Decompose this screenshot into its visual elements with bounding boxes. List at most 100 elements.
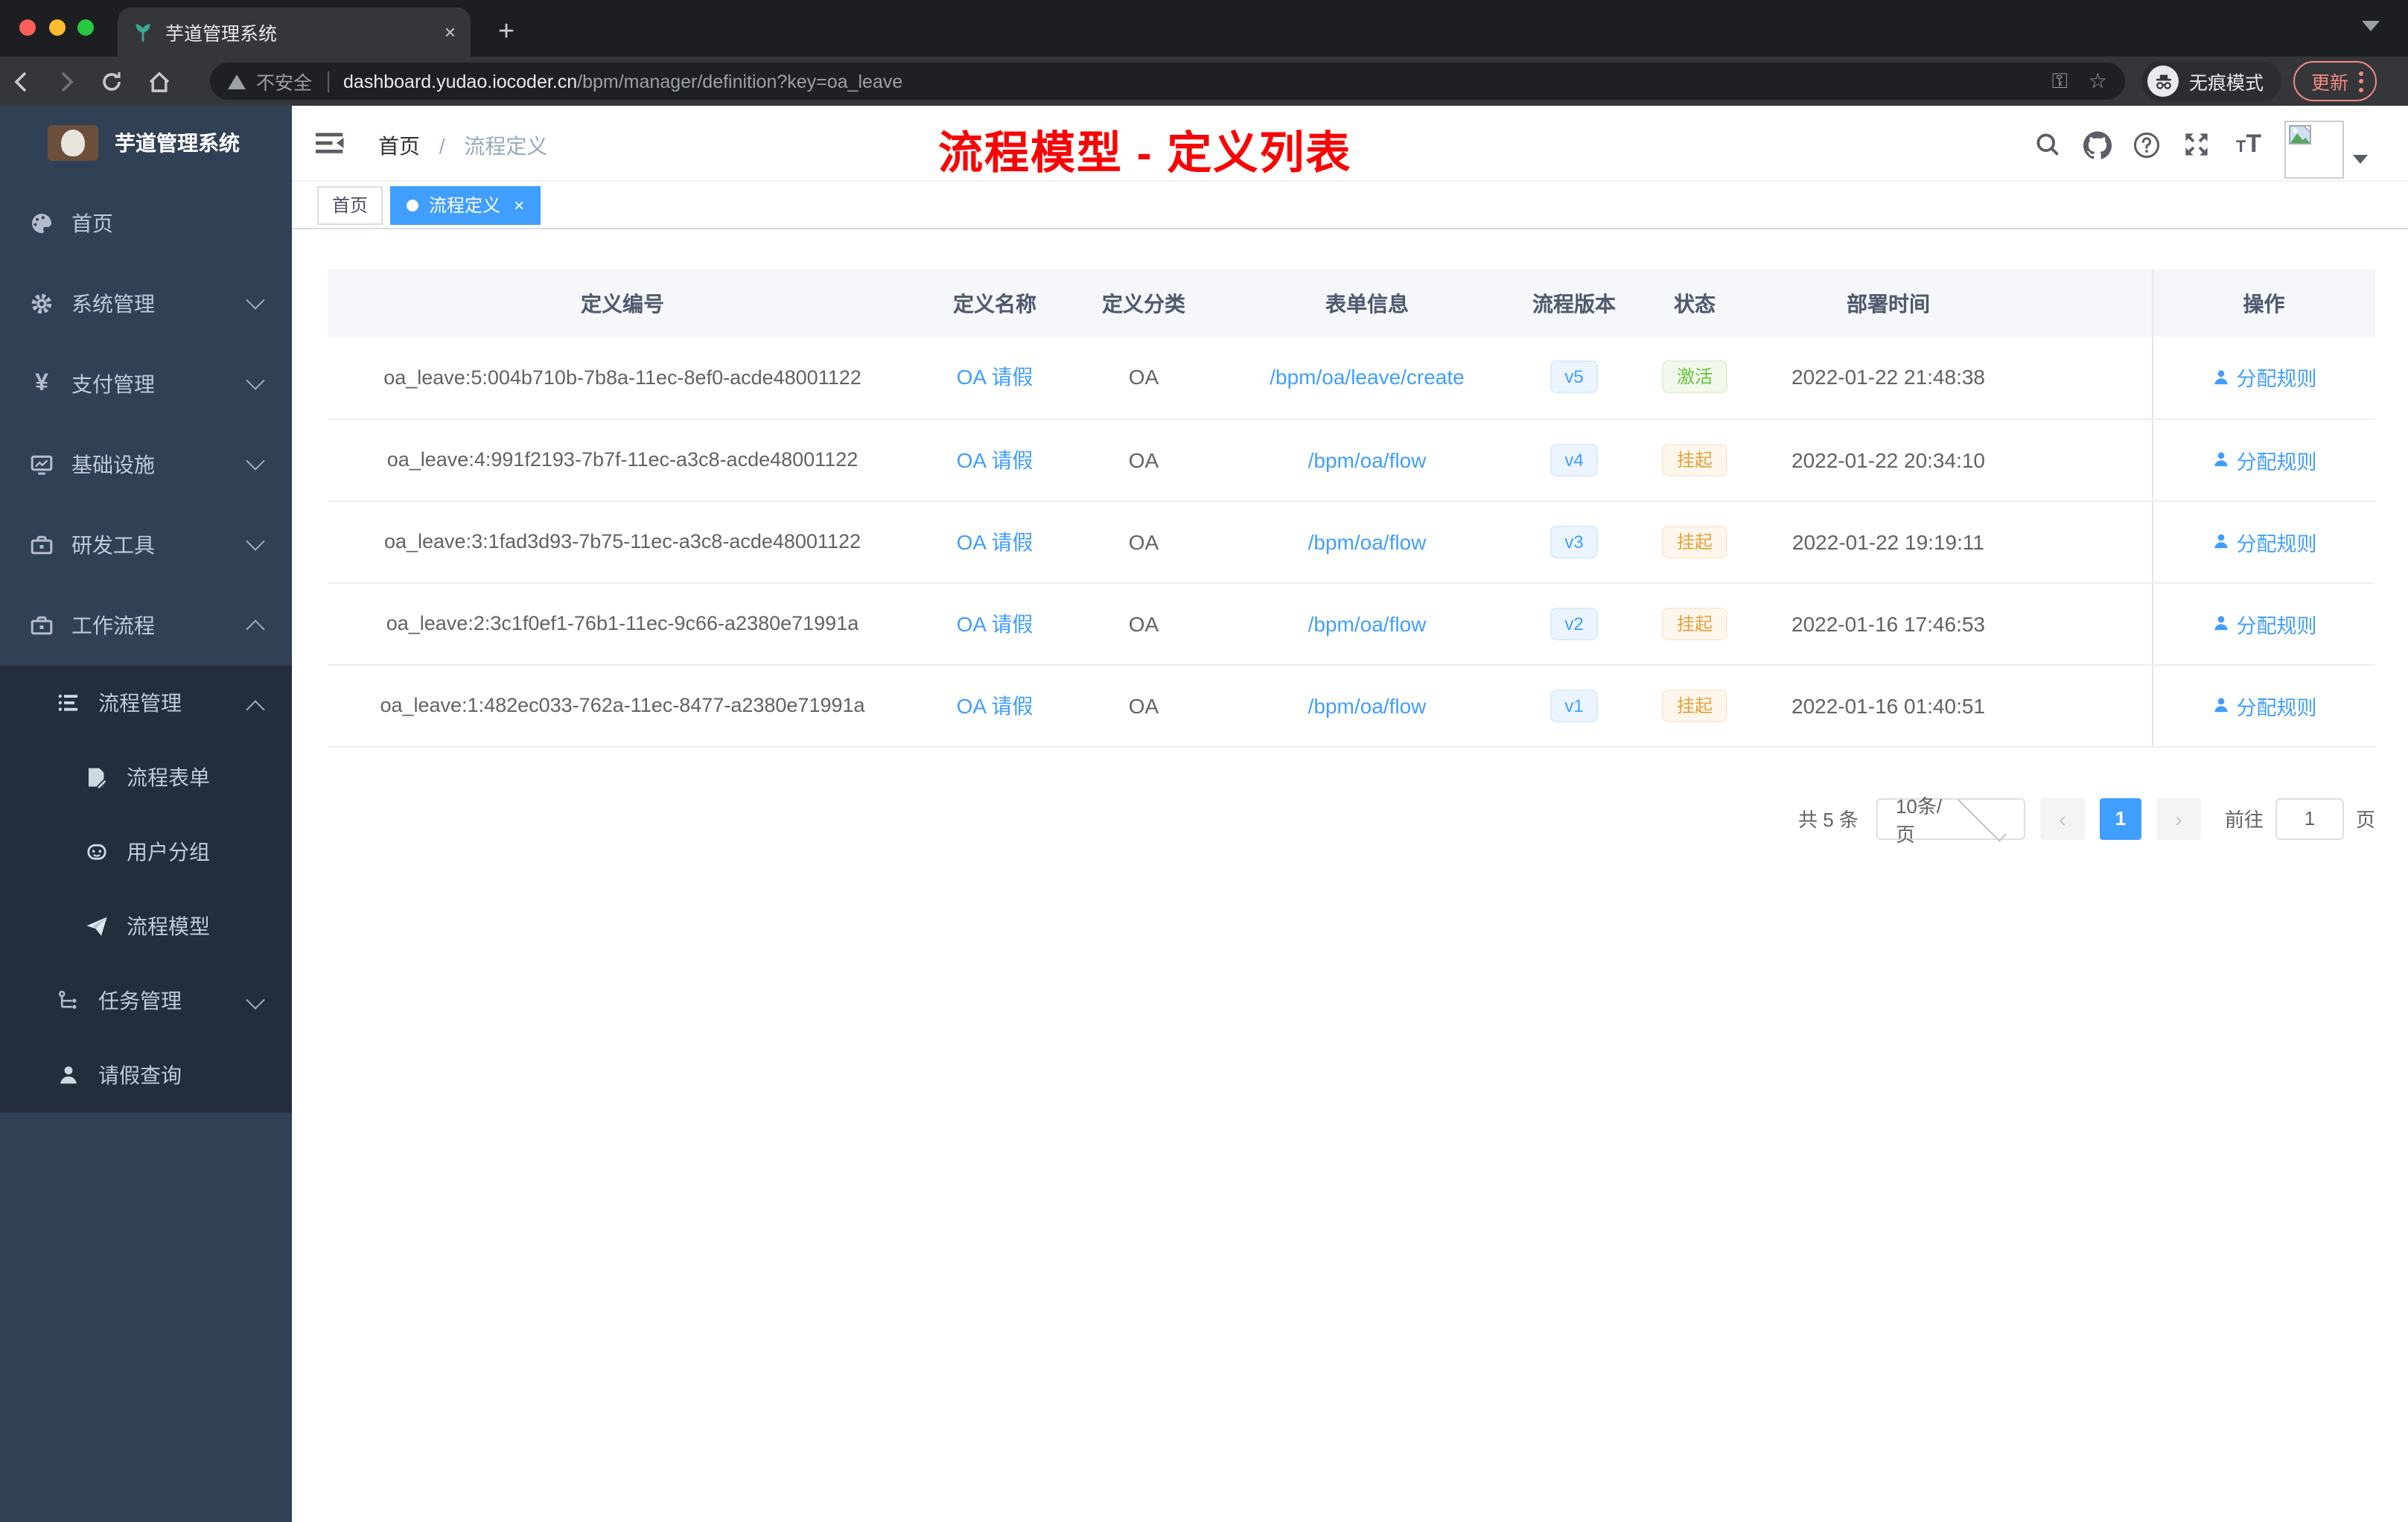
sidebar-item-workflow[interactable]: 工作流程 (0, 585, 292, 666)
tag-home[interactable]: 首页 (317, 185, 383, 224)
sidebar-item-label: 用户分组 (127, 840, 210, 864)
bookmark-star-icon[interactable]: ☆ (2089, 69, 2107, 94)
tab-search-caret-icon[interactable] (2362, 21, 2380, 31)
active-tag-dot (407, 199, 419, 211)
screen: 芋道管理系统 × + 不安全 dashboard.yudao.iocoder.c… (0, 0, 2408, 1522)
breadcrumb-current: 流程定义 (464, 134, 548, 158)
home-button[interactable] (143, 66, 174, 97)
cell-deploy-time: 2022-01-16 17:46:53 (1760, 582, 2016, 665)
sidebar-item-payment[interactable]: ¥ 支付管理 (0, 344, 292, 424)
new-tab-button[interactable]: + (487, 13, 526, 52)
user-avatar[interactable] (2284, 121, 2344, 179)
sidebar-item-label: 支付管理 (71, 372, 155, 396)
sidebar-item-label: 工作流程 (71, 614, 155, 637)
next-page-button[interactable]: › (2156, 797, 2201, 839)
page-size-select[interactable]: 10条/页 (1876, 792, 2025, 845)
tab-title: 芋道管理系统 (165, 24, 278, 45)
sidebar-item-label: 首页 (71, 211, 113, 235)
briefcase-icon (30, 614, 54, 637)
font-size-icon[interactable]: TT (2232, 128, 2265, 161)
sidebar-item-process-form[interactable]: 流程表单 (0, 740, 292, 815)
sidebar-item-infrastructure[interactable]: 基础设施 (0, 424, 292, 505)
assign-rule-link[interactable]: 分配规则 (2211, 608, 2317, 638)
status-badge: 挂起 (1661, 443, 1727, 476)
tag-label: 首页 (332, 195, 369, 216)
browser-toolbar: 不安全 dashboard.yudao.iocoder.cn/bpm/manag… (0, 57, 2408, 106)
chevron-down-icon (246, 290, 265, 310)
avatar-dropdown-caret-icon[interactable] (2353, 155, 2368, 164)
tag-process-definition[interactable]: 流程定义 × (390, 185, 541, 224)
security-label: 不安全 (256, 73, 313, 94)
table-row: oa_leave:2:3c1f0ef1-76b1-11ec-9c66-a2380… (328, 582, 2375, 665)
definition-name-link[interactable]: OA 请假 (957, 366, 1033, 389)
version-badge[interactable]: v4 (1549, 443, 1599, 476)
assign-rule-link[interactable]: 分配规则 (2211, 445, 2317, 474)
sidebar: 芋道管理系统 首页 系统管理 ¥ 支付管理 基础设施 研发工具 工作流程 流程管… (0, 106, 292, 1522)
url-host: dashboard.yudao.iocoder.cn (343, 71, 578, 92)
reload-button[interactable] (95, 66, 127, 97)
help-icon[interactable] (2130, 128, 2162, 161)
definition-name-link[interactable]: OA 请假 (957, 448, 1033, 471)
prev-page-button[interactable]: ‹ (2039, 797, 2085, 839)
address-bar[interactable]: 不安全 dashboard.yudao.iocoder.cn/bpm/manag… (210, 63, 2125, 100)
form-link[interactable]: /bpm/oa/flow (1308, 529, 1427, 553)
col-header-status: 状态 (1629, 270, 1760, 337)
version-badge[interactable]: v2 (1549, 607, 1599, 640)
cell-deploy-time: 2022-01-22 20:34:10 (1760, 418, 2016, 501)
cell-definition-id: oa_leave:4:991f2193-7b7f-11ec-a3c8-acde4… (328, 418, 917, 501)
form-link[interactable]: /bpm/oa/leave/create (1270, 366, 1465, 389)
chevron-down-icon (246, 451, 265, 471)
definition-name-link[interactable]: OA 请假 (957, 693, 1033, 717)
page-unit-label: 页 (2355, 809, 2375, 831)
sidebar-menu: 首页 系统管理 ¥ 支付管理 基础设施 研发工具 工作流程 流程管理 流程表单 … (0, 183, 292, 1112)
definition-name-link[interactable]: OA 请假 (957, 529, 1033, 553)
annotation-title: 流程模型 - 定义列表 (938, 130, 1352, 179)
browser-menu-icon[interactable] (2359, 71, 2364, 92)
table-row: oa_leave:4:991f2193-7b7f-11ec-a3c8-acde4… (328, 418, 2375, 501)
window-zoom-button[interactable] (77, 19, 94, 36)
sidebar-item-task-management[interactable]: 任务管理 (0, 964, 292, 1038)
form-link[interactable]: /bpm/oa/flow (1308, 693, 1427, 717)
broken-image-icon (2289, 125, 2311, 144)
window-minimize-button[interactable] (49, 19, 66, 36)
sidebar-item-leave-query[interactable]: 请假查询 (0, 1038, 292, 1112)
current-page-button[interactable]: 1 (2099, 797, 2141, 839)
form-link[interactable]: /bpm/oa/flow (1308, 448, 1427, 471)
tag-close-icon[interactable]: × (514, 194, 524, 215)
page-content: 定义编号 定义名称 定义分类 表单信息 流程版本 状态 部署时间 操作 oa_l… (292, 229, 2408, 845)
form-link[interactable]: /bpm/oa/flow (1308, 611, 1427, 635)
sidebar-item-process-model[interactable]: 流程模型 (0, 889, 292, 964)
window-close-button[interactable] (19, 19, 36, 36)
sidebar-collapse-icon[interactable] (316, 128, 345, 158)
github-icon[interactable] (2080, 128, 2113, 161)
back-button[interactable] (6, 66, 37, 97)
cell-category: OA (1072, 664, 1215, 747)
sidebar-item-user-group[interactable]: 用户分组 (0, 815, 292, 889)
sidebar-logo[interactable]: 芋道管理系统 (0, 106, 292, 180)
sidebar-item-devtools[interactable]: 研发工具 (0, 505, 292, 585)
version-badge[interactable]: v5 (1549, 360, 1599, 394)
user-icon (2214, 698, 2228, 713)
version-badge[interactable]: v1 (1549, 689, 1599, 722)
sidebar-item-system[interactable]: 系统管理 (0, 264, 292, 344)
browser-update-button[interactable]: 更新 (2293, 61, 2377, 101)
sidebar-item-process-management[interactable]: 流程管理 (0, 666, 292, 740)
tab-close-icon[interactable]: × (445, 21, 456, 43)
sidebar-item-home[interactable]: 首页 (0, 183, 292, 264)
assign-rule-link[interactable]: 分配规则 (2211, 363, 2317, 392)
search-icon[interactable] (2031, 128, 2064, 161)
definition-name-link[interactable]: OA 请假 (957, 611, 1033, 635)
update-label: 更新 (2311, 73, 2349, 94)
password-key-icon[interactable]: ⚿ (2052, 69, 2068, 94)
assign-rule-link[interactable]: 分配规则 (2211, 690, 2317, 720)
breadcrumb-home[interactable]: 首页 (378, 134, 420, 158)
goto-page-input[interactable]: 1 (2275, 797, 2344, 839)
forward-button[interactable] (49, 66, 80, 97)
gear-icon (30, 292, 54, 316)
fullscreen-icon[interactable] (2180, 128, 2213, 161)
browser-tab[interactable]: 芋道管理系统 × (118, 7, 471, 57)
sidebar-item-label: 系统管理 (71, 292, 155, 316)
assign-rule-link[interactable]: 分配规则 (2211, 526, 2317, 556)
cell-deploy-time: 2022-01-22 21:48:38 (1760, 337, 2016, 419)
version-badge[interactable]: v3 (1549, 525, 1599, 558)
